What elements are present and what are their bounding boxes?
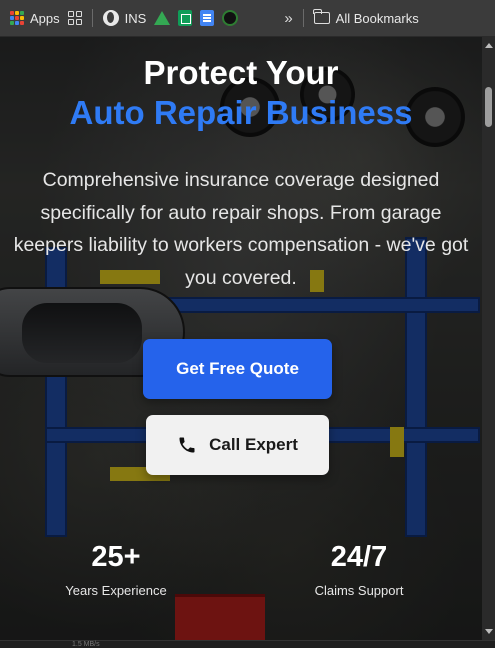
bookmark-separator [302,9,304,27]
stat-value: 25+ [91,541,141,573]
get-free-quote-button[interactable]: Get Free Quote [143,339,332,399]
globe-icon [102,10,119,26]
bookmark-apps[interactable]: Apps [6,5,64,31]
scroll-up-arrow-icon[interactable] [485,43,493,48]
hero-title-line1: Protect Your [143,54,339,91]
scroll-down-arrow-icon[interactable] [485,629,493,634]
status-text: 1.5 MB/s [72,641,100,648]
all-bookmarks-label: All Bookmarks [335,10,419,26]
bookmark-all-bookmarks[interactable]: All Bookmarks [310,5,423,31]
grid-icon [67,11,82,25]
stat-label: Claims Support [314,583,404,598]
hero-title-line2: Auto Repair Business [69,94,413,131]
apps-grid-icon [10,11,24,25]
hero-section: Protect Your Auto Repair Business Compre… [0,37,482,640]
stat-claims-support: 24/7 Claims Support [279,539,439,598]
bookmark-separator [91,9,93,27]
hero-description: Comprehensive insurance coverage designe… [13,169,469,289]
google-sheets-icon [178,10,193,26]
extension-circle-icon [222,10,239,26]
google-drive-icon [154,11,171,25]
bookmark-sheets[interactable] [174,5,196,31]
phone-icon [179,437,195,453]
bookmark-apps-label: Apps [30,10,60,26]
get-free-quote-label: Get Free Quote [176,359,299,378]
call-expert-label: Call Expert [209,435,298,454]
chevron-double-right-icon: » [284,9,293,27]
call-expert-button[interactable]: Call Expert [146,415,329,475]
google-docs-icon [200,10,215,26]
scroll-thumb[interactable] [485,87,492,127]
stat-label: Years Experience [65,583,167,598]
bookmark-grid[interactable] [64,5,86,31]
bookmark-drive[interactable] [150,5,174,31]
folder-icon [313,9,330,24]
status-bar: 1.5 MB/s [0,640,495,648]
stat-years-experience: 25+ Years Experience [36,539,196,598]
bookmarks-overflow-button[interactable]: » [280,5,296,31]
bookmark-docs[interactable] [196,5,218,31]
bookmark-extension[interactable] [218,5,242,31]
bookmark-ins[interactable]: INS [99,5,151,31]
stat-value: 24/7 [330,541,388,573]
bookmarks-bar: Apps INS » All Bookmarks [0,0,495,37]
bookmark-ins-label: INS [124,10,147,26]
page-scrollbar[interactable] [482,37,495,640]
